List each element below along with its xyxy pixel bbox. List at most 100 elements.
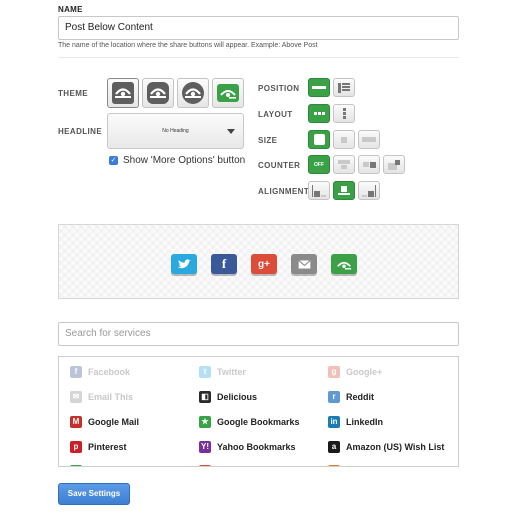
- service-item[interactable]: Y! Yahoo Bookmarks: [199, 441, 296, 453]
- service-icon-partial: [199, 465, 211, 466]
- facebook-share-button[interactable]: f: [211, 254, 237, 274]
- position-option-bar[interactable]: [308, 78, 330, 97]
- counter-options: OFF: [308, 155, 405, 174]
- service-item[interactable]: p Pinterest: [70, 441, 127, 453]
- counter-badge-icon: [388, 159, 400, 170]
- service-item[interactable]: g Google+: [328, 366, 382, 378]
- more-options-checkbox[interactable]: ✓: [109, 156, 118, 165]
- service-label: Amazon (US) Wish List: [346, 442, 445, 452]
- service-item[interactable]: t Twitter: [199, 366, 246, 378]
- counter-option-right[interactable]: [358, 155, 380, 174]
- alignment-option-center[interactable]: [333, 181, 355, 200]
- service-icon-partial: [70, 465, 82, 466]
- counter-top-icon: [338, 160, 350, 169]
- position-option-float[interactable]: [333, 78, 355, 97]
- size-option-large[interactable]: [308, 130, 330, 149]
- pinterest-icon: p: [70, 441, 82, 453]
- service-label: Google Mail: [88, 417, 140, 427]
- service-item[interactable]: r Reddit: [328, 391, 374, 403]
- alignment-option-left[interactable]: [308, 181, 330, 200]
- layout-options: [308, 104, 355, 123]
- google-plus-icon: g: [328, 366, 340, 378]
- email-icon: [297, 259, 311, 269]
- service-item[interactable]: ★ Google Bookmarks: [199, 416, 300, 428]
- service-label: Email This: [88, 392, 134, 402]
- google-plus-share-button[interactable]: g+: [251, 254, 277, 274]
- facebook-icon: f: [70, 366, 82, 378]
- service-item[interactable]: f Facebook: [70, 366, 130, 378]
- alignment-option-right[interactable]: [358, 181, 380, 200]
- size-label: SIZE: [258, 136, 278, 145]
- size-option-wide[interactable]: [358, 130, 380, 149]
- preview-buttons: f g+: [171, 254, 357, 274]
- google-bookmarks-icon: ★: [199, 416, 211, 428]
- location-name-input[interactable]: Post Below Content: [58, 16, 459, 40]
- layout-label: LAYOUT: [258, 110, 293, 119]
- align-right-icon: [362, 184, 376, 197]
- horizontal-dots-icon: [313, 112, 325, 115]
- service-label: Facebook: [88, 367, 131, 377]
- service-search-input[interactable]: Search for services: [58, 322, 459, 346]
- counter-option-off[interactable]: OFF: [308, 155, 330, 174]
- theme-option-rounded[interactable]: [142, 78, 174, 108]
- yahoo-bookmarks-icon: Y!: [199, 441, 211, 453]
- theme-option-circle[interactable]: [177, 78, 209, 108]
- service-label: LinkedIn: [346, 417, 384, 427]
- layout-option-horizontal[interactable]: [308, 104, 330, 123]
- counter-option-badge[interactable]: [383, 155, 405, 174]
- layout-option-vertical[interactable]: [333, 104, 355, 123]
- delicious-icon: ◧: [199, 391, 211, 403]
- share-theme-icon: [147, 82, 169, 104]
- name-label: NAME: [58, 5, 83, 14]
- more-share-button[interactable]: [331, 254, 357, 274]
- service-label: Reddit: [346, 392, 374, 402]
- float-icon: [338, 82, 350, 93]
- share-theme-icon: [217, 84, 239, 102]
- size-options: [308, 130, 380, 149]
- headline-select-value: No Heading: [162, 128, 189, 134]
- headline-select[interactable]: No Heading: [107, 113, 244, 149]
- service-label: Twitter: [217, 367, 246, 377]
- align-left-icon: [312, 184, 326, 197]
- medium-square-icon: [341, 136, 347, 143]
- vertical-dots-icon: [342, 108, 346, 119]
- service-label: Google+: [346, 367, 383, 377]
- wide-bar-icon: [362, 137, 376, 142]
- position-label: POSITION: [258, 84, 300, 93]
- share-buttons-preview: f g+: [58, 224, 459, 299]
- share-theme-icon: [182, 82, 204, 104]
- service-item[interactable]: ◧ Delicious: [199, 391, 257, 403]
- twitter-share-button[interactable]: [171, 254, 197, 274]
- theme-options: [107, 78, 244, 108]
- share-theme-icon: [112, 82, 134, 104]
- reddit-icon: r: [328, 391, 340, 403]
- share-more-icon: [337, 261, 352, 269]
- counter-right-icon: [362, 161, 376, 168]
- large-square-icon: [313, 134, 325, 145]
- theme-option-square[interactable]: [107, 78, 139, 108]
- email-share-button[interactable]: [291, 254, 317, 274]
- amazon-icon: a: [328, 441, 340, 453]
- service-item[interactable]: M Google Mail: [70, 416, 139, 428]
- service-label: Google Bookmarks: [217, 417, 300, 427]
- google-plus-icon: g+: [258, 258, 270, 270]
- twitter-icon: [177, 258, 191, 268]
- alignment-options: [308, 181, 380, 200]
- email-icon: ✉: [70, 391, 82, 403]
- service-item[interactable]: a Amazon (US) Wish List: [328, 441, 444, 453]
- linkedin-icon: in: [328, 416, 340, 428]
- save-settings-button[interactable]: Save Settings: [58, 483, 130, 505]
- counter-off-text: OFF: [314, 161, 324, 168]
- divider: [58, 57, 459, 58]
- theme-option-flat-green[interactable]: [212, 78, 244, 108]
- counter-option-top[interactable]: [333, 155, 355, 174]
- position-options: [308, 78, 355, 97]
- service-label: Pinterest: [88, 442, 127, 452]
- service-item[interactable]: ✉ Email This: [70, 391, 133, 403]
- service-item[interactable]: in LinkedIn: [328, 416, 383, 428]
- counter-label: COUNTER: [258, 161, 301, 170]
- bar-icon: [312, 86, 326, 89]
- size-option-medium[interactable]: [333, 130, 355, 149]
- chevron-down-icon: [227, 129, 235, 134]
- twitter-icon: t: [199, 366, 211, 378]
